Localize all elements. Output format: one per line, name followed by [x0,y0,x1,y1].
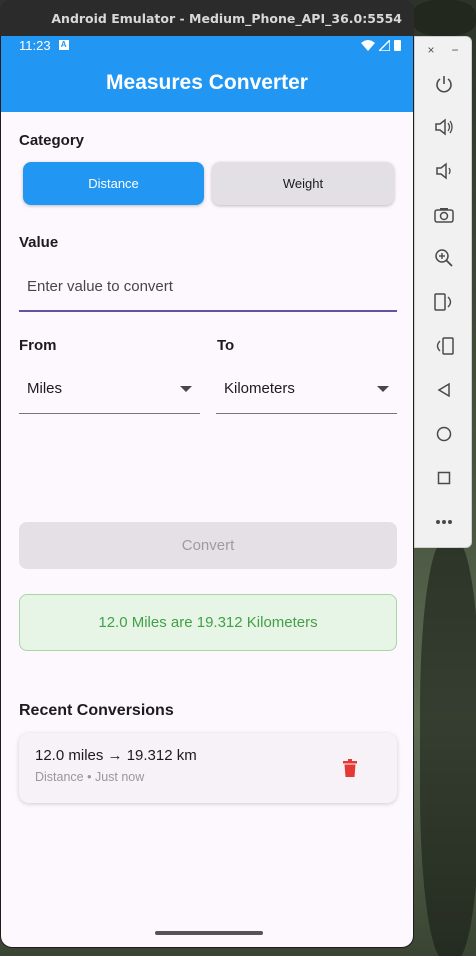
from-selected: Miles [27,380,63,397]
zoom-icon[interactable] [431,245,457,271]
close-icon[interactable]: × [427,43,434,57]
status-bar: 11:23 A [1,36,413,54]
from-dropdown[interactable]: Miles [19,364,200,414]
value-input-placeholder: Enter value to convert [27,277,173,295]
minimize-icon[interactable]: − [451,43,458,57]
conversion-result: 12.0 Miles are 19.312 Kilometers [19,594,397,651]
to-selected: Kilometers [224,380,295,397]
home-icon[interactable] [431,421,457,447]
delete-icon[interactable] [343,759,357,782]
signal-icon [379,39,390,51]
chevron-down-icon [377,385,389,392]
battery-icon [394,40,401,51]
value-input[interactable]: Enter value to convert [19,262,397,312]
emulator-title-bar[interactable]: Android Emulator - Medium_Phone_API_36.0… [0,0,414,36]
power-icon[interactable] [431,71,457,97]
app-title: Measures Converter [106,71,308,94]
from-label: From [19,337,57,354]
category-label: Category [19,132,85,149]
camera-icon[interactable] [431,202,457,228]
recent-item-sub: Distance • Just now [35,770,145,784]
volume-down-icon[interactable] [431,158,457,184]
chevron-down-icon [180,385,192,392]
recent-title: Recent Conversions [19,702,174,719]
app-bar: Measures Converter [1,54,413,112]
to-label: To [217,337,235,354]
status-time: 11:23 [19,37,51,53]
gesture-nav-bar[interactable] [155,931,263,935]
background-tree [420,540,476,956]
to-dropdown[interactable]: Kilometers [216,364,397,414]
convert-button[interactable]: Convert [19,522,397,569]
wifi-icon [361,39,375,51]
distance-button[interactable]: Distance [23,162,204,205]
overview-icon[interactable] [431,465,457,491]
recent-item: 12.0 miles → 19.312 km Distance • Just n… [19,733,397,803]
phone-screen: 11:23 A Measures Converter Category Dist… [0,36,414,948]
background-foliage [412,0,476,36]
rotate-left-icon[interactable] [431,289,457,315]
back-icon[interactable] [431,377,457,403]
volume-up-icon[interactable] [431,114,457,140]
emulator-title: Android Emulator - Medium_Phone_API_36.0… [51,10,402,26]
recent-item-main: 12.0 miles → 19.312 km [35,747,197,764]
more-icon[interactable] [431,509,457,535]
emulator-toolbar: × − [414,36,472,548]
value-label: Value [19,234,59,251]
rotate-right-icon[interactable] [431,333,457,359]
notification-icon: A [58,40,69,50]
result-text: 12.0 Miles are 19.312 Kilometers [98,614,318,631]
weight-button[interactable]: Weight [212,162,394,205]
